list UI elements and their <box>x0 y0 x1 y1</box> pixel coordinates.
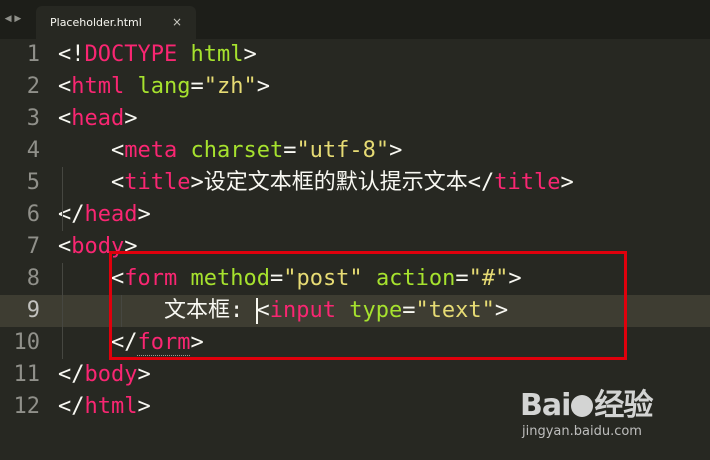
code-token: < <box>58 74 72 99</box>
code-token: charset <box>190 138 284 163</box>
watermark-logo: Bai 经验 <box>520 388 653 423</box>
code-line[interactable]: 5 <title>设定文本框的默认提示文本</title> <box>0 167 710 199</box>
code-token: body <box>84 362 138 387</box>
code-token: < <box>58 234 72 259</box>
code-token: = <box>190 74 204 99</box>
code-token: > <box>560 170 574 195</box>
highlight-box <box>109 251 627 360</box>
code-line[interactable]: 2 <html lang="zh"> <box>0 71 710 103</box>
tab-nav-arrows-icon[interactable]: ◀ ▶ <box>0 0 26 39</box>
code-token: "zh" <box>203 74 257 99</box>
code-line[interactable]: 6 </head> <box>0 199 710 231</box>
line-number: 2 <box>26 74 40 99</box>
code-text: <title>设定文本框的默认提示文本</title> <box>58 167 574 199</box>
code-text: <!DOCTYPE html> <box>58 39 257 71</box>
code-token: html <box>84 394 138 419</box>
code-token: > <box>137 362 151 387</box>
code-token: >设定文本框的默认提示文本</ <box>190 170 495 195</box>
line-number: 8 <box>26 266 40 291</box>
code-token: > <box>243 42 257 67</box>
watermark: Bai 经验 jingyan.baidu.com <box>520 380 690 442</box>
code-token: "utf-8" <box>296 138 390 163</box>
line-number: 10 <box>13 330 41 355</box>
code-token: > <box>389 138 403 163</box>
indent-guide <box>62 263 63 359</box>
line-number: 6 <box>26 202 40 227</box>
code-token: DOCTYPE <box>84 42 178 67</box>
code-line[interactable]: 4 <meta charset="utf-8"> <box>0 135 710 167</box>
code-text: </head> <box>58 199 151 231</box>
line-number: 4 <box>26 138 40 163</box>
code-line[interactable]: 1 <!DOCTYPE html> <box>0 39 710 71</box>
line-number: 9 <box>26 298 40 323</box>
line-number: 7 <box>26 234 40 259</box>
code-token: > <box>137 202 151 227</box>
indent-guide <box>62 167 63 231</box>
watermark-site: jingyan.baidu.com <box>522 424 642 439</box>
code-token: html <box>71 74 125 99</box>
code-token: < <box>110 170 125 195</box>
code-token: </ <box>58 394 85 419</box>
code-token: head <box>71 106 125 131</box>
code-token: < <box>58 106 72 131</box>
tab-bar: ◀ ▶ Placeholder.html × <box>0 0 710 39</box>
code-token: > <box>137 394 151 419</box>
code-token: head <box>84 202 138 227</box>
code-token: lang <box>137 74 191 99</box>
code-token: html <box>190 42 244 67</box>
code-token: meta <box>124 138 178 163</box>
code-token: = <box>283 138 297 163</box>
code-token: > <box>124 106 138 131</box>
code-token: title <box>124 170 191 195</box>
code-text: </html> <box>58 391 151 423</box>
code-token: </ <box>58 362 85 387</box>
line-number: 5 <box>26 170 40 195</box>
code-text: <html lang="zh"> <box>58 71 270 103</box>
code-token: <! <box>58 42 85 67</box>
code-token: > <box>256 74 270 99</box>
tab-placeholder-html[interactable]: Placeholder.html × <box>36 6 196 39</box>
tab-title: Placeholder.html <box>50 16 142 29</box>
code-token: title <box>494 170 561 195</box>
code-token: < <box>110 138 125 163</box>
line-number: 1 <box>26 42 40 67</box>
close-icon[interactable]: × <box>172 6 182 39</box>
line-number: 3 <box>26 106 40 131</box>
paw-icon <box>571 395 594 417</box>
line-number: 11 <box>13 362 41 387</box>
line-number: 12 <box>13 394 41 419</box>
code-line[interactable]: 3 <head> <box>0 103 710 135</box>
code-text: </body> <box>58 359 151 391</box>
code-text: <head> <box>58 103 137 135</box>
code-text: <meta charset="utf-8"> <box>58 135 402 167</box>
